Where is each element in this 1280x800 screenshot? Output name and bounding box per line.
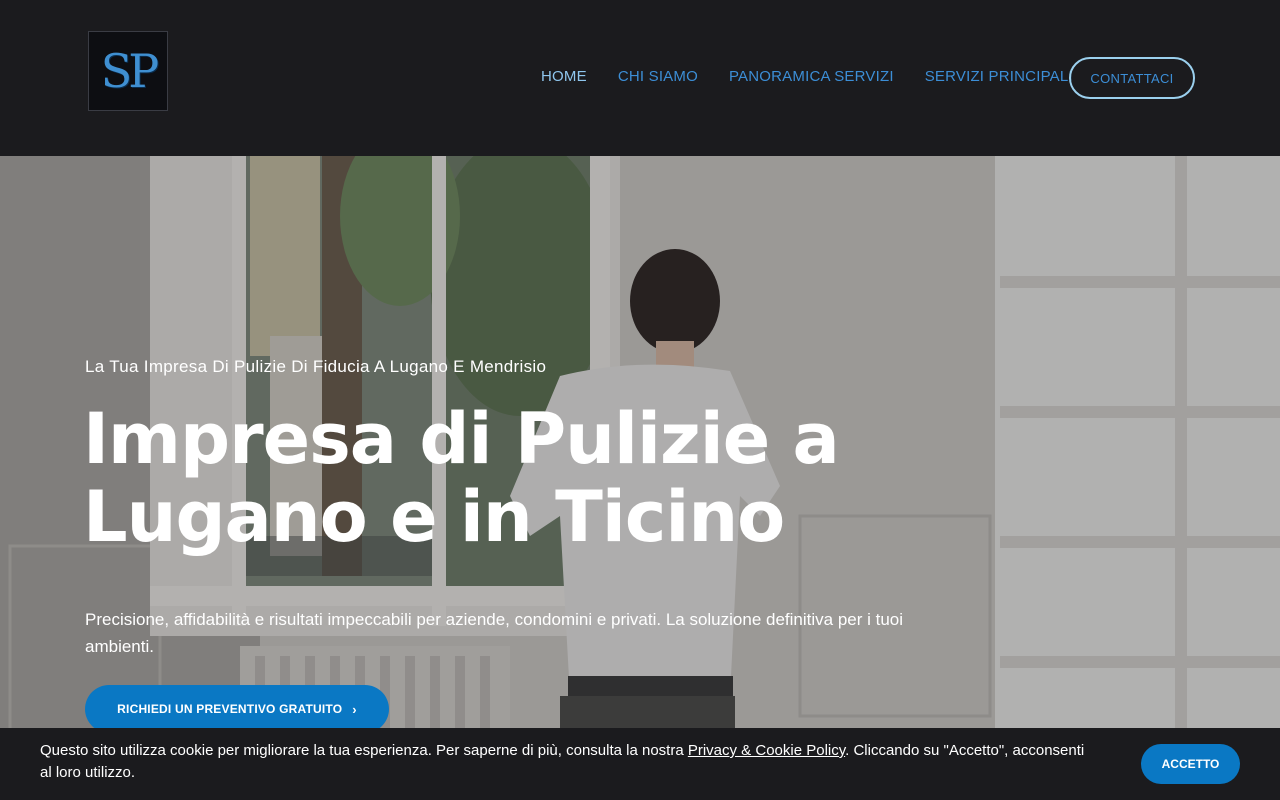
request-quote-label: RICHIEDI UN PREVENTIVO GRATUITO [117,702,343,716]
contact-button[interactable]: CONTATTACI [1069,57,1195,99]
nav-chi-siamo[interactable]: CHI SIAMO [618,68,698,85]
hero-title: Impresa di Pulizie a Lugano e in Ticino [83,398,840,558]
main-nav: HOME CHI SIAMO PANORAMICA SERVIZI SERVIZ… [541,68,1104,85]
hero-kicker: La Tua Impresa Di Pulizie Di Fiducia A L… [85,357,547,376]
privacy-policy-link[interactable]: Privacy & Cookie Policy [688,742,845,759]
cookie-text-before: Questo sito utilizza cookie per migliora… [40,742,688,759]
cookie-banner: Questo sito utilizza cookie per migliora… [0,728,1280,800]
chevron-right-icon: › [352,701,357,717]
cookie-text: Questo sito utilizza cookie per migliora… [40,740,1100,784]
hero-description: Precisione, affidabilità e risultati imp… [85,610,904,656]
logo[interactable]: SP [88,31,168,111]
accept-cookies-button[interactable]: ACCETTO [1141,744,1240,784]
nav-panoramica-servizi[interactable]: PANORAMICA SERVIZI [729,68,894,85]
site-header: SP HOME CHI SIAMO PANORAMICA SERVIZI SER… [0,0,1280,156]
logo-text: SP [100,44,160,98]
request-quote-button[interactable]: RICHIEDI UN PREVENTIVO GRATUITO › [85,685,389,733]
nav-servizi-principali[interactable]: SERVIZI PRINCIPALI [925,68,1073,85]
nav-home[interactable]: HOME [541,68,587,85]
hero-section: La Tua Impresa Di Pulizie Di Fiducia A L… [0,156,1280,800]
